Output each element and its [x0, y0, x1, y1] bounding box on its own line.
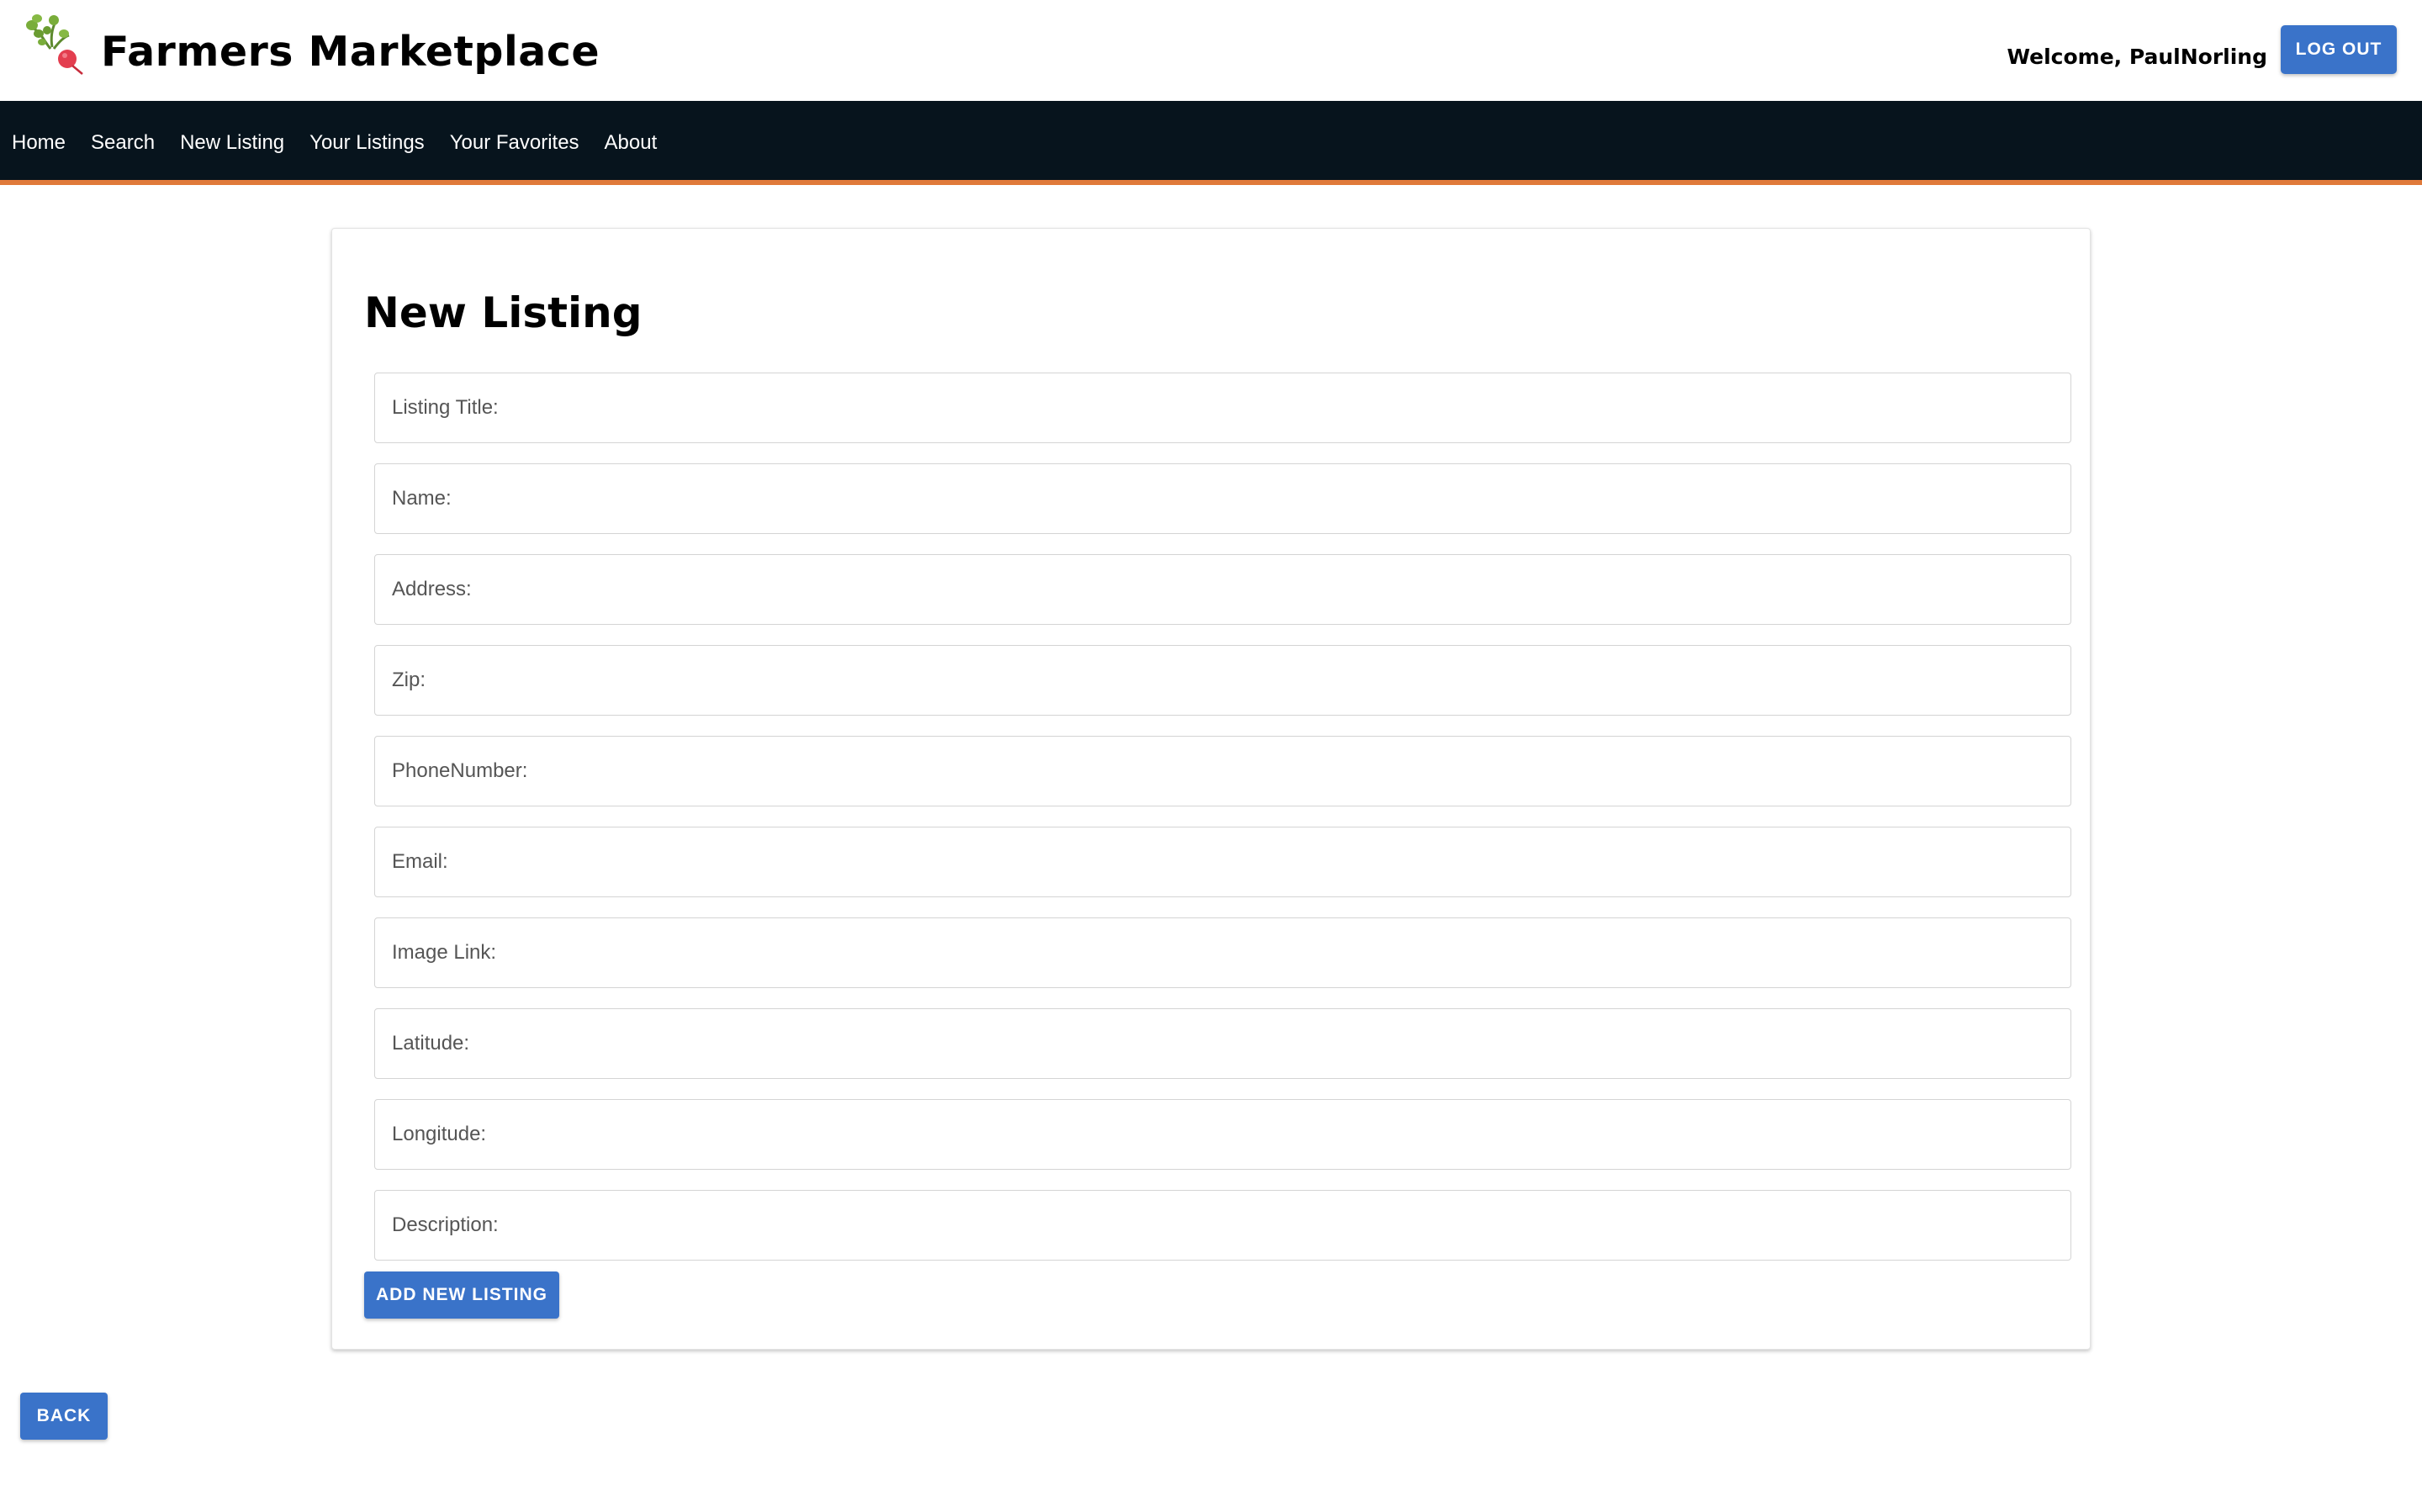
- back-button[interactable]: BACK: [20, 1393, 108, 1440]
- nav-item-new-listing[interactable]: New Listing: [180, 131, 284, 155]
- nav-item-about[interactable]: About: [605, 131, 658, 155]
- logout-button[interactable]: LOG OUT: [2281, 25, 2397, 74]
- new-listing-card: New Listing ADD NEW LISTING: [331, 228, 2091, 1350]
- app-header: Farmers Marketplace Welcome, PaulNorling…: [0, 0, 2422, 101]
- nav-item-search[interactable]: Search: [91, 131, 155, 155]
- welcome-text: Welcome, PaulNorling: [2007, 45, 2267, 69]
- radish-icon: [22, 12, 86, 76]
- listing-form: [374, 373, 2071, 1281]
- page-title: New Listing: [364, 288, 643, 337]
- brand-title: Farmers Marketplace: [101, 28, 600, 76]
- nav-item-your-listings[interactable]: Your Listings: [309, 131, 425, 155]
- nav-item-home[interactable]: Home: [12, 131, 66, 155]
- main-nav: Home Search New Listing Your Listings Yo…: [0, 101, 2422, 185]
- email-input[interactable]: [374, 827, 2071, 897]
- nav-item-your-favorites[interactable]: Your Favorites: [450, 131, 579, 155]
- add-new-listing-button[interactable]: ADD NEW LISTING: [364, 1271, 559, 1319]
- phone-number-input[interactable]: [374, 736, 2071, 806]
- latitude-input[interactable]: [374, 1008, 2071, 1079]
- description-input[interactable]: [374, 1190, 2071, 1261]
- image-link-input[interactable]: [374, 917, 2071, 988]
- zip-input[interactable]: [374, 645, 2071, 716]
- name-input[interactable]: [374, 463, 2071, 534]
- longitude-input[interactable]: [374, 1099, 2071, 1170]
- address-input[interactable]: [374, 554, 2071, 625]
- listing-title-input[interactable]: [374, 373, 2071, 443]
